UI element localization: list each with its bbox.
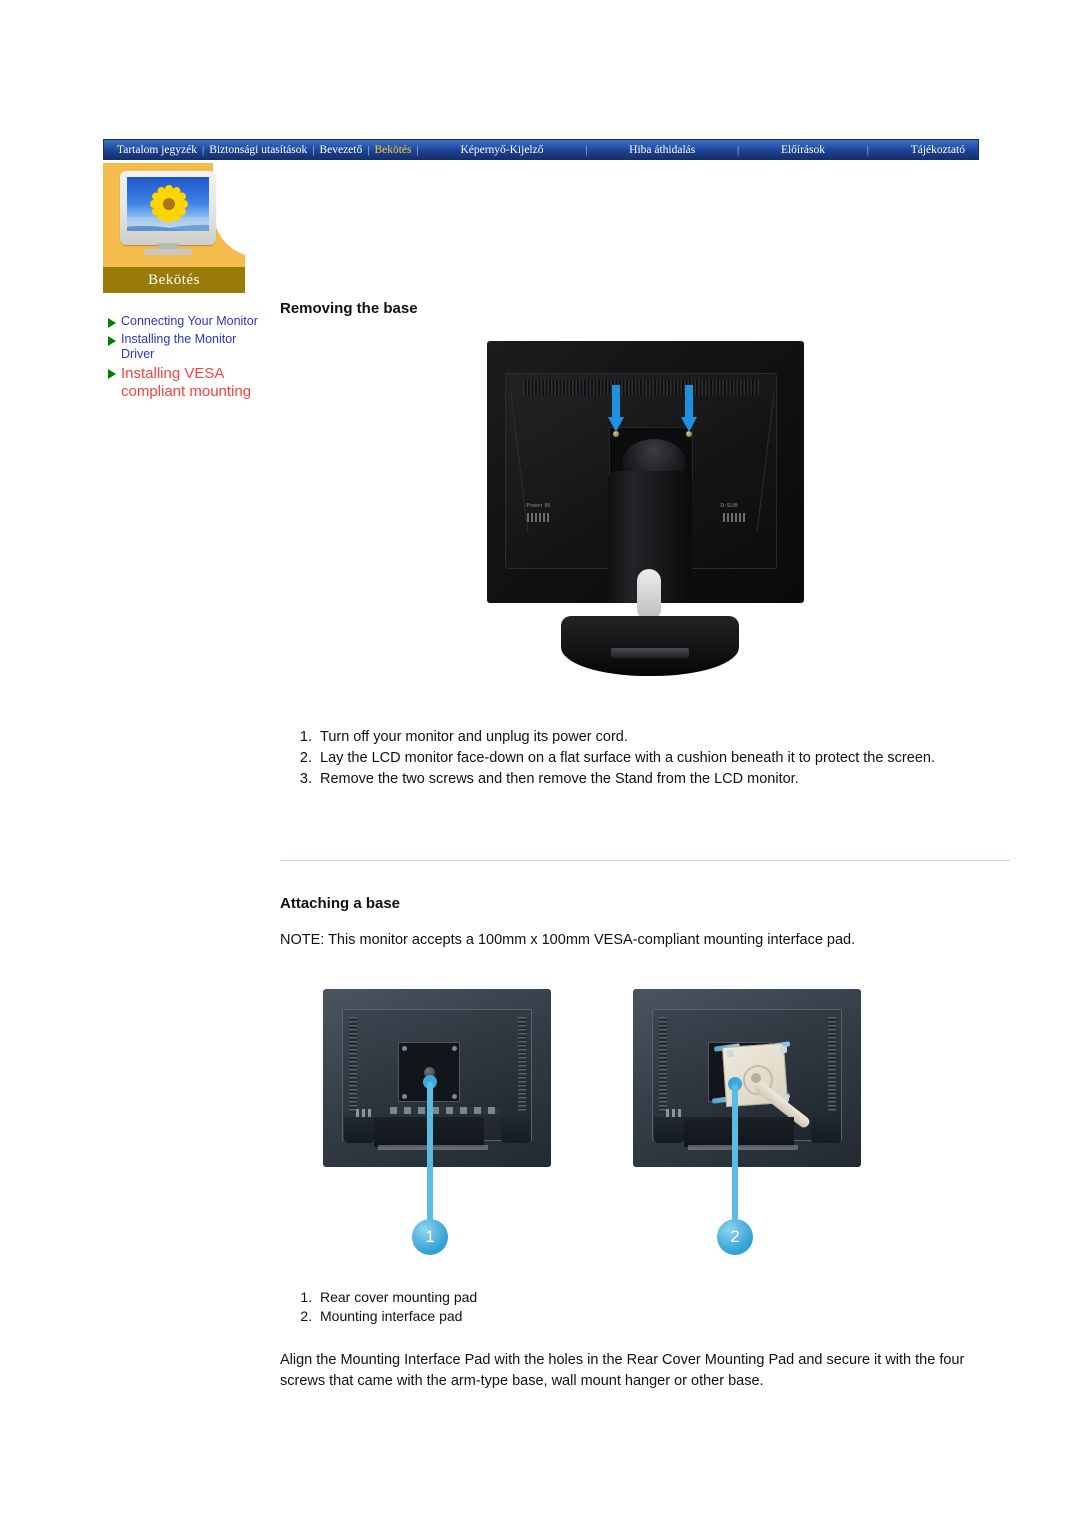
nav-item-eloirasok[interactable]: Előírások: [778, 144, 828, 156]
alignment-instructions-text: Align the Mounting Interface Pad with th…: [280, 1352, 965, 1389]
monitor-foot-left: [344, 1117, 374, 1143]
callout-leader-line: [427, 1082, 433, 1230]
sunflower-center: [163, 198, 175, 210]
monitor-vent-grille: [522, 379, 759, 395]
step-item: Turn off your monitor and unplug its pow…: [316, 727, 1010, 748]
figure-monitor-rear-with-stand: Power IN D-SUB: [483, 341, 808, 697]
stand-cable-slot: [636, 569, 661, 621]
section-header-graphic: Bekötés: [103, 163, 245, 293]
vent-ribs-left: [349, 1017, 357, 1113]
section-header-label: Bekötés: [103, 267, 245, 293]
interface-pad-hub: [751, 1073, 761, 1083]
main-content: Removing the base Power IN D-SUB 1. Turn…: [280, 300, 1010, 1392]
green-triangle-bullet-icon: [108, 368, 116, 379]
sidebar-item-label: Installing VESA compliant mounting: [121, 364, 252, 401]
monitor-bottom-lip: [378, 1145, 488, 1150]
vesa-note-text: NOTE: This monitor accepts a 100mm x 100…: [280, 932, 856, 948]
monitor-bezel: [120, 171, 216, 245]
step-item: Remove the two screws and then remove th…: [316, 769, 1010, 790]
header-curve-decoration: [213, 163, 245, 257]
nav-item-kepernyo-kijelzo[interactable]: Képernyő-Kijelző: [457, 144, 546, 156]
legend-item: Mounting interface pad: [316, 1307, 1010, 1326]
vent-ribs-left: [659, 1017, 667, 1113]
power-port: [356, 1109, 374, 1117]
figure-legend-list: Rear cover mounting pad Mounting interfa…: [280, 1288, 1010, 1326]
stand-base-strip: [610, 648, 689, 658]
blue-down-arrow-icon-left: [607, 385, 624, 433]
monitor-thumb-foot: [144, 249, 192, 255]
sidebar-item-installing-vesa-compliant-mounting[interactable]: Installing VESA compliant mounting: [108, 365, 268, 402]
port-label-left: Power IN: [526, 503, 551, 509]
legend-item: Rear cover mounting pad: [316, 1288, 1010, 1307]
attaching-a-base-title: Attaching a base: [280, 895, 401, 912]
nav-separator: |: [416, 143, 419, 156]
callout-leader-line: [732, 1084, 738, 1230]
sunflower-icon: [150, 185, 188, 223]
pad-hole: [402, 1046, 407, 1051]
monitor-foot-left: [654, 1117, 684, 1143]
sidebar-item-label: Connecting Your Monitor: [121, 314, 258, 328]
monitor-sunflower-thumbnail-icon: [120, 171, 216, 255]
nav-item-bekotes[interactable]: Bekötés: [371, 144, 414, 156]
nav-item-tajekoztato[interactable]: Tájékoztató: [908, 144, 968, 156]
section-divider: [280, 860, 1010, 861]
bolt-head: [780, 1046, 787, 1053]
power-port: [526, 513, 549, 522]
pad-hole: [452, 1094, 457, 1099]
nav-item-bevezeto[interactable]: Bevezető: [316, 144, 365, 156]
pad-hole: [402, 1094, 407, 1099]
green-triangle-bullet-icon: [108, 335, 116, 346]
sidebar-item-installing-the-monitor-driver[interactable]: Installing the Monitor Driver: [108, 332, 268, 363]
bolt-head: [727, 1050, 734, 1057]
stand-mount-area: [684, 1117, 794, 1147]
step-item: Lay the LCD monitor face-down on a flat …: [316, 748, 1010, 769]
green-triangle-bullet-icon: [108, 318, 116, 328]
power-port: [666, 1109, 684, 1117]
stand-base: [560, 616, 739, 676]
sidebar-nav[interactable]: Connecting Your Monitor Installing the M…: [108, 314, 268, 404]
nav-item-hiba-athidalas[interactable]: Hiba áthidalás: [626, 144, 698, 156]
removing-the-base-steps: Turn off your monitor and unplug its pow…: [280, 727, 1010, 790]
monitor-foot-right: [811, 1117, 841, 1143]
callout-badge-1: 1: [412, 1219, 448, 1255]
monitor-screen: [127, 177, 209, 231]
nav-separator: |: [737, 143, 740, 156]
blue-down-arrow-icon-right: [680, 385, 697, 433]
nav-item-biztonsagi-utasitasok[interactable]: Biztonsági utasítások: [206, 144, 310, 156]
port-label-right: D-SUB: [720, 503, 739, 509]
figure-mounting-interface-pad: 2: [628, 987, 878, 1262]
monitor-foot-right: [501, 1117, 531, 1143]
io-port-strip: [390, 1107, 500, 1114]
monitor-bottom-lip: [688, 1145, 798, 1150]
signal-port: [722, 513, 745, 522]
figure-rear-cover-mounting-pad: 1: [318, 987, 568, 1262]
vent-ribs-right: [828, 1017, 836, 1113]
sidebar-item-connecting-your-monitor[interactable]: Connecting Your Monitor: [108, 314, 268, 330]
vent-ribs-right: [518, 1017, 526, 1113]
nav-separator: |: [866, 143, 869, 156]
top-navigation-bar[interactable]: Tartalom jegyzék | Biztonsági utasítások…: [103, 139, 979, 160]
nav-item-tartalom-jegyzek[interactable]: Tartalom jegyzék: [114, 144, 200, 156]
sidebar-item-label: Installing the Monitor Driver: [121, 331, 237, 362]
callout-badge-2: 2: [717, 1219, 753, 1255]
removing-the-base-title: Removing the base: [280, 300, 418, 317]
pad-hole: [452, 1046, 457, 1051]
nav-separator: |: [585, 143, 588, 156]
